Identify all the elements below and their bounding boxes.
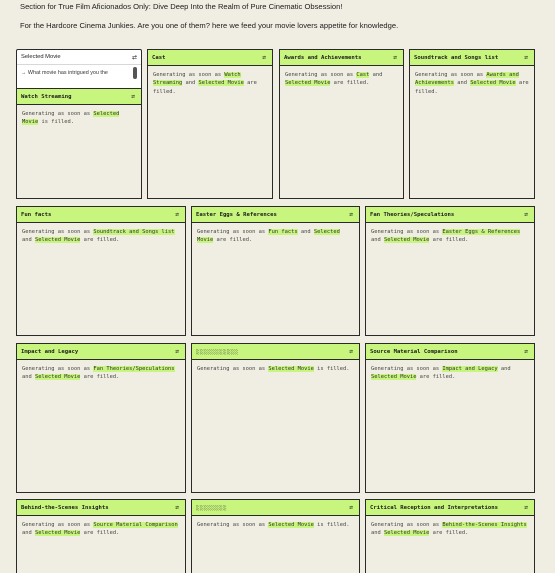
dependency-tag: Selected Movie <box>268 366 314 372</box>
swap-icon[interactable]: ⇄ <box>522 54 530 61</box>
swap-icon[interactable]: ⇄ <box>522 504 530 511</box>
card-fan-theories: Fan Theories/Speculations ⇄ Generating as… <box>365 206 535 336</box>
card-body: Generating as soon as Soundtrack and Son… <box>22 229 175 244</box>
swap-icon[interactable]: ⇄ <box>522 211 530 218</box>
dependency-tag: Selected Movie <box>383 237 430 244</box>
card-body: Generating as soon as Awards and Achieve… <box>415 72 529 95</box>
dependency-tag: Cast <box>356 72 370 78</box>
page-title: Section for True Film Aficionados Only: … <box>20 2 343 11</box>
swap-icon[interactable]: ⇄ <box>173 348 181 355</box>
swap-icon[interactable]: ⇄ <box>347 348 355 355</box>
card-title: Critical Reception and Interpretations <box>370 504 498 511</box>
swap-icon[interactable]: ⇄ <box>132 54 137 61</box>
card-body: Generating as soon as Impact and Legacy … <box>371 366 511 381</box>
card-body: Generating as soon as Selected Movie is … <box>197 522 350 528</box>
card-body: Generating as soon as Selected Movie is … <box>22 111 120 126</box>
card-title: Fun facts <box>21 211 52 218</box>
dependency-tag: Selected Movie <box>34 530 81 537</box>
swap-icon[interactable]: ⇄ <box>391 54 399 61</box>
dependency-tag: Soundtrack and Songs list <box>93 229 175 235</box>
card-title: Cast <box>152 54 166 61</box>
swap-icon[interactable]: ⇄ <box>522 348 530 355</box>
dependency-tag: Behind-the-Scenes Insights <box>442 522 527 528</box>
scrollbar[interactable] <box>133 67 137 79</box>
card-title: Fan Theories/Speculations <box>370 211 455 218</box>
selected-movie-select[interactable]: Selected Movie ⇄ → What movie has intrig… <box>16 49 142 90</box>
card-body: Generating as soon as Watch Streaming an… <box>153 72 257 95</box>
card-body: Generating as soon as Behind-the-Scenes … <box>371 522 527 537</box>
dependency-tag: Fun facts <box>268 229 298 235</box>
card-body: Generating as soon as Easter Eggs & Refe… <box>371 229 521 244</box>
dependency-tag: Selected Movie <box>285 80 331 87</box>
card-title: Soundtrack and Songs list <box>414 54 499 61</box>
card-fun-facts: Fun facts ⇄ Generating as soon as Soundtr… <box>16 206 186 336</box>
dependency-tag: Selected Movie <box>268 522 314 528</box>
dependency-tag: Selected Movie <box>34 374 81 381</box>
card-title: Source Material Comparison <box>370 348 458 355</box>
dependency-tag: Selected Movie <box>383 530 430 537</box>
dependency-tag: Selected Movie <box>470 80 516 87</box>
swap-icon[interactable]: ⇄ <box>129 93 137 100</box>
card-easter-eggs: Easter Eggs & References ⇄ Generating as … <box>191 206 360 336</box>
card-soundtrack: Soundtrack and Songs list ⇄ Generating as… <box>409 49 535 199</box>
swap-icon[interactable]: ⇄ <box>347 211 355 218</box>
swap-icon[interactable]: ⇄ <box>260 54 268 61</box>
card-impact-legacy: Impact and Legacy ⇄ Generating as soon as… <box>16 343 186 493</box>
card-title: ░░░░░░░░ <box>196 504 227 511</box>
dependency-tag: Impact and Legacy <box>442 366 498 372</box>
dependency-tag: Selected Movie <box>34 237 81 244</box>
card-title: Easter Eggs & References <box>196 211 277 218</box>
dependency-tag: Selected Movie <box>198 80 244 87</box>
card-body: Generating as soon as Source Material Co… <box>22 522 178 537</box>
card-title: Awards and Achievements <box>284 54 362 61</box>
dependency-tag: Fan Theories/Speculations <box>93 366 175 372</box>
swap-icon[interactable]: ⇄ <box>173 211 181 218</box>
swap-icon[interactable]: ⇄ <box>173 504 181 511</box>
dependency-tag: Selected Movie <box>371 374 417 381</box>
page-subtitle: For the Hardcore Cinema Junkies. Are you… <box>20 21 399 30</box>
card-critical-reception: Critical Reception and Interpretations ⇄ … <box>365 499 535 573</box>
card-title: Watch Streaming <box>21 93 72 100</box>
card-source-material: Source Material Comparison ⇄ Generating a… <box>365 343 535 493</box>
card-untitled-1: ░░░░░░░░░░░ ⇄ Generating as soon as Selec… <box>191 343 360 493</box>
card-cast: Cast ⇄ Generating as soon as Watch Stream… <box>147 49 273 199</box>
card-awards: Awards and Achievements ⇄ Generating as s… <box>279 49 404 199</box>
selected-movie-label: Selected Movie <box>21 54 61 60</box>
swap-icon[interactable]: ⇄ <box>347 504 355 511</box>
card-title: ░░░░░░░░░░░ <box>196 348 239 355</box>
dependency-tag: Easter Eggs & References <box>442 229 521 235</box>
card-body: Generating as soon as Fun facts and Sele… <box>197 229 340 244</box>
dependency-tag: Source Material Comparison <box>93 522 178 528</box>
card-untitled-2: ░░░░░░░░ ⇄ Generating as soon as Selected… <box>191 499 360 573</box>
card-body: Generating as soon as Fan Theories/Specu… <box>22 366 175 381</box>
card-body: Generating as soon as Cast and Selected … <box>285 72 383 87</box>
card-watch-streaming: Watch Streaming ⇄ Generating as soon as S… <box>16 88 142 199</box>
card-title: Impact and Legacy <box>21 348 79 355</box>
card-title: Behind-the-Scenes Insights <box>21 504 109 511</box>
card-body: Generating as soon as Selected Movie is … <box>197 366 350 372</box>
selected-movie-prompt[interactable]: → What movie has intrigued you the <box>21 70 108 76</box>
card-behind-the-scenes: Behind-the-Scenes Insights ⇄ Generating a… <box>16 499 186 573</box>
